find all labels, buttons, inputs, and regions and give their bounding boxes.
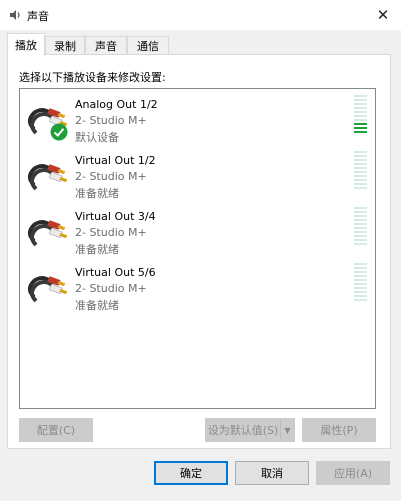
level-segment [354, 291, 367, 293]
level-meter [354, 207, 367, 247]
level-segment [354, 155, 367, 157]
apply-button[interactable]: 应用(A) [316, 461, 390, 485]
device-subtitle: 2- Studio M+ [75, 282, 147, 295]
ok-button[interactable]: 确定 [154, 461, 228, 485]
level-segment [354, 267, 367, 269]
configure-button[interactable]: 配置(C) [19, 418, 93, 442]
level-segment [354, 283, 367, 285]
tab-playback[interactable]: 播放 [7, 33, 45, 56]
level-segment [354, 95, 367, 97]
level-segment [354, 271, 367, 273]
level-segment [354, 107, 367, 109]
level-segment [354, 263, 367, 265]
level-segment [354, 239, 367, 241]
speaker-icon [10, 10, 20, 20]
device-item[interactable]: Virtual Out 1/2 2- Studio M+ 准备就绪 [20, 149, 375, 205]
level-segment [354, 187, 367, 189]
device-item[interactable]: Virtual Out 3/4 2- Studio M+ 准备就绪 [20, 205, 375, 261]
chevron-down-icon[interactable]: ▼ [280, 419, 294, 441]
level-segment [354, 231, 367, 233]
tab-recording[interactable]: 录制 [45, 36, 85, 55]
device-list[interactable]: Analog Out 1/2 2- Studio M+ 默认设备 Virtual… [19, 88, 376, 409]
level-meter [354, 95, 367, 135]
device-item[interactable]: Virtual Out 5/6 2- Studio M+ 准备就绪 [20, 261, 375, 317]
device-subtitle: 2- Studio M+ [75, 226, 147, 239]
properties-button[interactable]: 属性(P) [302, 418, 376, 442]
device-name: Virtual Out 3/4 [75, 210, 156, 223]
level-segment [354, 131, 367, 133]
level-segment [354, 99, 367, 101]
level-segment [354, 243, 367, 245]
tab-sounds[interactable]: 声音 [85, 36, 127, 55]
playback-panel: 选择以下播放设备来修改设置: Analog Out 1/2 2- Studio … [7, 54, 391, 449]
instruction-text: 选择以下播放设备来修改设置: [19, 71, 166, 84]
device-name: Analog Out 1/2 [75, 98, 158, 111]
level-segment [354, 227, 367, 229]
device-status: 默认设备 [75, 131, 119, 144]
tab-communications[interactable]: 通信 [127, 36, 169, 55]
level-segment [354, 175, 367, 177]
rca-cable-icon [28, 164, 68, 191]
level-segment [354, 103, 367, 105]
level-segment [354, 179, 367, 181]
green-check-icon [50, 123, 68, 141]
device-subtitle: 2- Studio M+ [75, 114, 147, 127]
level-segment [354, 119, 367, 121]
level-segment [354, 163, 367, 165]
device-item[interactable]: Analog Out 1/2 2- Studio M+ 默认设备 [20, 93, 375, 149]
rca-cable-icon [28, 276, 68, 303]
level-segment [354, 123, 367, 125]
level-meter [354, 263, 367, 303]
close-icon: ✕ [376, 6, 390, 24]
level-segment [354, 299, 367, 301]
level-segment [354, 171, 367, 173]
device-name: Virtual Out 5/6 [75, 266, 156, 279]
level-segment [354, 219, 367, 221]
level-segment [354, 151, 367, 153]
rca-cable-icon [28, 220, 68, 247]
level-segment [354, 127, 367, 129]
level-segment [354, 207, 367, 209]
level-segment [354, 159, 367, 161]
device-name: Virtual Out 1/2 [75, 154, 156, 167]
device-status: 准备就绪 [75, 299, 119, 312]
set-default-button[interactable]: 设为默认值(S) ▼ [205, 418, 295, 442]
cancel-button[interactable]: 取消 [235, 461, 309, 485]
level-meter [354, 151, 367, 191]
level-segment [354, 235, 367, 237]
level-segment [354, 279, 367, 281]
level-segment [354, 223, 367, 225]
level-segment [354, 295, 367, 297]
level-segment [354, 167, 367, 169]
device-subtitle: 2- Studio M+ [75, 170, 147, 183]
level-segment [354, 183, 367, 185]
title-bar: 声音 ✕ [0, 0, 401, 30]
device-status: 准备就绪 [75, 187, 119, 200]
level-segment [354, 115, 367, 117]
device-status: 准备就绪 [75, 243, 119, 256]
level-segment [354, 211, 367, 213]
level-segment [354, 215, 367, 217]
level-segment [354, 287, 367, 289]
window-title: 声音 [27, 10, 49, 23]
close-button[interactable]: ✕ [365, 0, 401, 30]
level-segment [354, 275, 367, 277]
level-segment [354, 111, 367, 113]
